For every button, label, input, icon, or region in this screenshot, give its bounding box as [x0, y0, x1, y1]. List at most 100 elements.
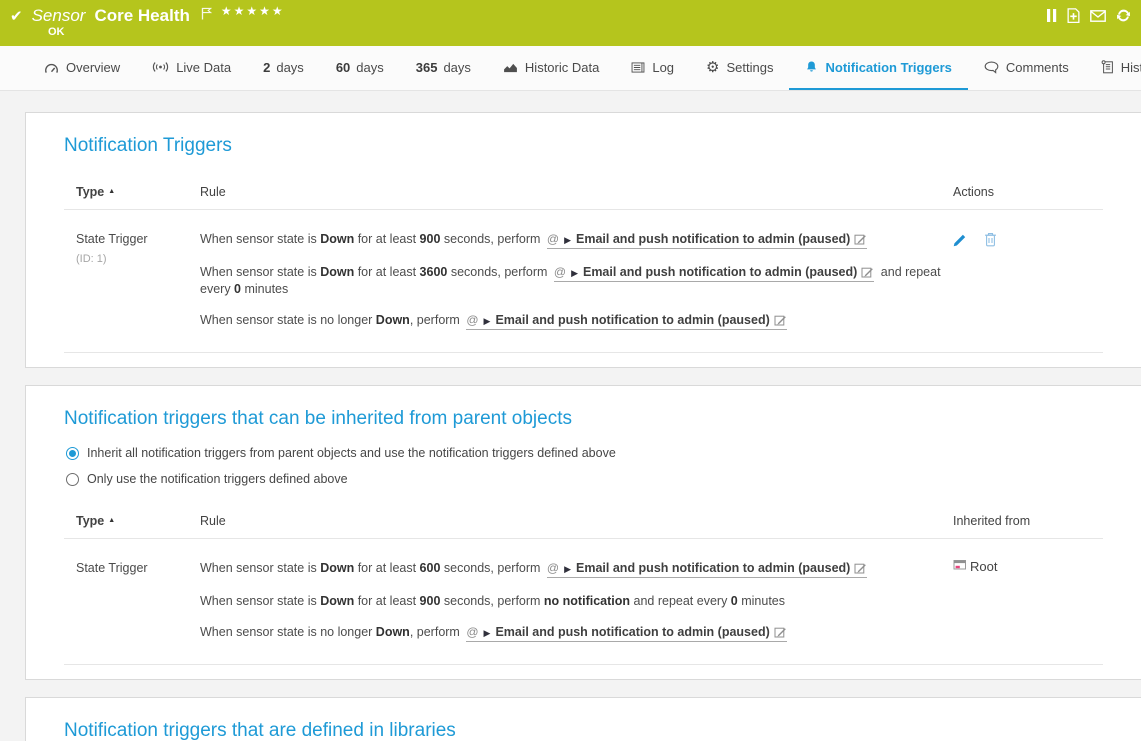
tab-settings[interactable]: ⚙ Settings: [690, 46, 789, 90]
bell-icon: [805, 60, 818, 74]
column-header-actions: Actions: [953, 181, 1103, 210]
triggers-table: Type▲ Rule Actions State Trigger(ID: 1)W…: [64, 181, 1103, 353]
flag-icon[interactable]: [201, 7, 212, 20]
inherited-triggers-panel: Notification triggers that can be inheri…: [25, 385, 1141, 680]
tab-label: Overview: [66, 60, 120, 75]
page-content: Notification Triggers Type▲ Rule Actions…: [0, 91, 1141, 741]
trigger-rules-cell: When sensor state is Down for at least 9…: [200, 210, 953, 346]
tab-historic-data[interactable]: Historic Data: [487, 46, 615, 90]
tab-number: 365: [416, 60, 438, 75]
tab-notification-triggers[interactable]: Notification Triggers: [789, 46, 967, 90]
notification-name[interactable]: Email and push notification to admin (pa…: [583, 265, 857, 279]
tab-live-data[interactable]: Live Data: [136, 46, 247, 90]
notification-action-link[interactable]: @▶Email and push notification to admin (…: [547, 232, 867, 249]
panel-title: Notification triggers that are defined i…: [64, 720, 1103, 741]
tab-label: Settings: [727, 60, 774, 75]
edit-notification-icon[interactable]: [854, 234, 867, 248]
notification-name[interactable]: Email and push notification to admin (pa…: [495, 625, 769, 639]
edit-notification-icon[interactable]: [774, 315, 787, 329]
contact-at-icon: @: [466, 313, 478, 327]
radio-selected-icon[interactable]: [66, 447, 79, 460]
notification-action-link[interactable]: @▶Email and push notification to admin (…: [554, 265, 874, 282]
trigger-type-cell: State Trigger: [64, 539, 200, 658]
object-kind-label: Sensor: [32, 6, 86, 26]
tab-60-days[interactable]: 60days: [320, 46, 400, 90]
column-header-rule: Rule: [200, 510, 953, 539]
trigger-rule: When sensor state is no longer Down, per…: [200, 313, 953, 330]
trigger-rule: When sensor state is Down for at least 3…: [200, 265, 953, 297]
tab-label: Notification Triggers: [825, 60, 951, 75]
radio-option-inherit-all[interactable]: Inherit all notification triggers from p…: [66, 446, 1103, 460]
contact-at-icon: @: [466, 625, 478, 639]
library-triggers-panel: Notification triggers that are defined i…: [25, 697, 1141, 741]
tab-label: History: [1121, 60, 1141, 75]
chart-icon: [503, 62, 518, 73]
notification-action-link[interactable]: @ ▶ Email and push notification to admin (…: [466, 625, 786, 642]
action-play-icon: ▶: [484, 316, 491, 326]
trigger-rule: When sensor state is Down for at least 9…: [200, 232, 953, 249]
refresh-icon[interactable]: [1116, 8, 1131, 23]
column-header-type[interactable]: Type▲: [64, 181, 200, 210]
gear-icon: ⚙: [706, 60, 719, 75]
sensor-status-text: OK: [48, 26, 1141, 38]
row-separator: [64, 352, 1103, 353]
edit-notification-icon[interactable]: [854, 563, 867, 577]
notification-name[interactable]: Email and push notification to admin (pa…: [576, 561, 850, 575]
trigger-rule: When sensor state is no longer Down, per…: [200, 625, 953, 642]
tab-comments[interactable]: Comments: [968, 46, 1085, 90]
notification-name[interactable]: Email and push notification to admin (pa…: [576, 232, 850, 246]
tab-label: Historic Data: [525, 60, 599, 75]
header-toolbar: [1047, 8, 1131, 23]
email-icon[interactable]: [1090, 10, 1106, 22]
gauge-icon: [44, 61, 59, 74]
edit-notification-icon[interactable]: [774, 627, 787, 641]
status-check-icon: ✔: [10, 9, 23, 24]
edit-trigger-icon[interactable]: [953, 232, 968, 247]
notification-action-link[interactable]: @ ▶ Email and push notification to admin (…: [547, 561, 867, 578]
tab-number: 2: [263, 60, 270, 75]
radio-option-only-defined[interactable]: Only use the notification triggers defin…: [66, 472, 1103, 486]
radio-label: Only use the notification triggers defin…: [87, 472, 348, 486]
tab-365-days[interactable]: 365days: [400, 46, 487, 90]
trigger-rule: When sensor state is Down for at least 6…: [200, 561, 953, 578]
trigger-type-cell: State Trigger(ID: 1): [64, 210, 200, 346]
tab-overview[interactable]: Overview: [28, 46, 136, 90]
action-play-icon: ▶: [564, 564, 571, 574]
radio-label: Inherit all notification triggers from p…: [87, 446, 616, 460]
tab-label: days: [356, 60, 383, 75]
panel-title: Notification triggers that can be inheri…: [64, 408, 1103, 430]
tab-label: Log: [652, 60, 674, 75]
action-play-icon: ▶: [571, 268, 578, 278]
action-play-icon: ▶: [564, 235, 571, 245]
tab-2-days[interactable]: 2days: [247, 46, 320, 90]
trigger-id: (ID: 1): [76, 253, 200, 265]
inherited-triggers-table: Type▲ Rule Inherited from State TriggerW…: [64, 510, 1103, 665]
notification-action-link[interactable]: @ ▶ Email and push notification to admin (…: [466, 313, 786, 330]
tab-log[interactable]: Log: [615, 46, 690, 90]
log-icon: [631, 62, 645, 73]
contact-at-icon: @: [547, 561, 559, 575]
radio-unselected-icon[interactable]: [66, 473, 79, 486]
pause-icon[interactable]: [1047, 9, 1057, 22]
trigger-rule: When sensor state is Down for at least 9…: [200, 594, 953, 609]
action-play-icon: ▶: [484, 628, 491, 638]
history-icon: [1101, 60, 1114, 74]
tab-history[interactable]: History: [1085, 46, 1141, 90]
tab-label: Comments: [1006, 60, 1069, 75]
notification-name[interactable]: Email and push notification to admin (pa…: [495, 313, 769, 327]
inherited-from-name: Root: [970, 559, 997, 574]
column-header-rule: Rule: [200, 181, 953, 210]
sensor-header: ✔ Sensor Core Health ★★★★★ OK: [0, 0, 1141, 46]
column-header-type[interactable]: Type▲: [64, 510, 200, 539]
edit-notification-icon[interactable]: [861, 267, 874, 281]
trigger-rules-cell: When sensor state is Down for at least 6…: [200, 539, 953, 658]
row-separator: [64, 664, 1103, 665]
inherited-from-link[interactable]: Root: [953, 539, 1103, 658]
priority-stars[interactable]: ★★★★★: [221, 4, 285, 18]
delete-trigger-icon[interactable]: [984, 232, 997, 247]
inheritance-options: Inherit all notification triggers from p…: [64, 446, 1103, 486]
trigger-type: State Trigger: [76, 561, 200, 575]
panel-title: Notification Triggers: [64, 135, 1103, 157]
report-icon[interactable]: [1067, 8, 1080, 23]
sensor-name: Core Health: [94, 6, 189, 26]
